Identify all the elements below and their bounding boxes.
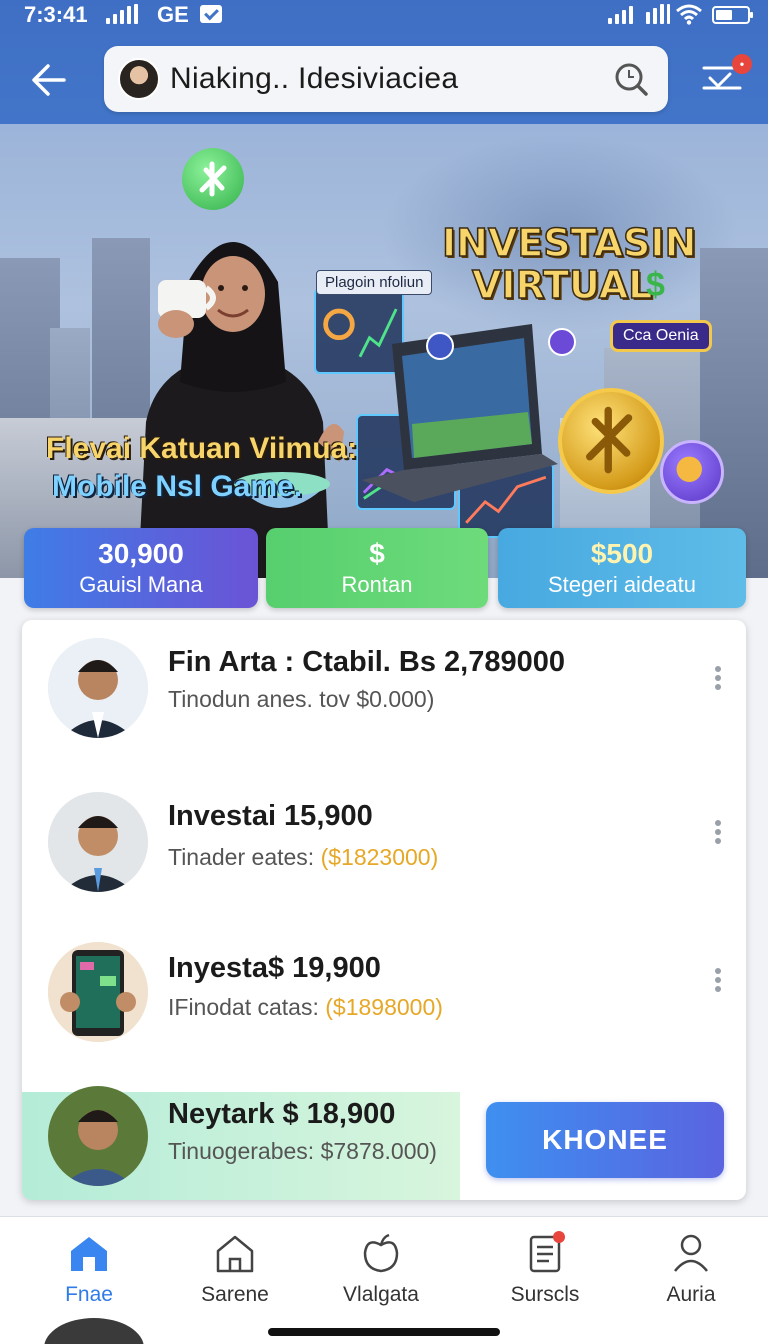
stat-value: $500 [590,538,654,569]
small-coin-icon [548,328,576,356]
home-outline-icon [216,1235,254,1273]
avatar [48,792,148,892]
cell-signal-icon [106,4,138,24]
nav-label: Sarene [201,1283,269,1306]
status-carrier: GE [157,2,189,27]
item-title: Investai 15,900 [168,800,373,832]
banner-tagline-1: Flevai Katuan Viimua: [46,432,358,465]
nav-label: Auria [666,1283,716,1306]
filter-button[interactable]: • [700,52,754,98]
nav-item-sarene[interactable]: Sarene [170,1231,300,1317]
avatar [48,942,148,1042]
more-options-icon[interactable] [712,968,724,994]
nav-item-fnae[interactable]: Fnae [24,1231,154,1317]
app-bar: 7:3:41 GE Niaking.. Idesiviaciea • [0,0,768,124]
document-icon [529,1231,565,1273]
green-coin-icon [182,148,244,210]
list-item[interactable]: Inyesta$ 19,900 IFinodat catas: ($189800… [22,928,746,1078]
status-time: 7:3:41 [24,2,88,27]
banner-headline-line1: INVESTASIN [441,221,697,265]
notification-icon [200,5,222,23]
avatar [48,638,148,738]
item-title: Inyesta$ 19,900 [168,952,381,984]
back-arrow-icon[interactable] [26,56,74,104]
stat-value: $ [369,538,385,569]
item-subtitle: Tinuogerabes: $7878.000) [168,1138,437,1164]
list-item[interactable]: Fin Arta : Ctabil. Bs 2,789000 Tinodun a… [22,620,746,770]
profile-icon [674,1234,708,1272]
more-options-icon[interactable] [712,820,724,846]
status-bar: 7:3:41 GE [0,0,768,32]
khonee-button[interactable]: KHONEE [486,1102,724,1178]
filter-badge: • [732,54,752,74]
sim-signal-icon [646,4,670,24]
item-subtitle: Tinodun anes. tov $0.000) [168,686,435,712]
nav-item-surscls[interactable]: Surscls [480,1231,610,1317]
home-filled-icon [71,1237,107,1271]
search-bar[interactable]: Niaking.. Idesiviaciea [104,46,668,112]
nav-label: Vlalgata [343,1283,419,1306]
purple-coin-icon [660,440,724,504]
stat-value: 30,900 [98,538,184,569]
stat-label: Rontan [341,572,413,597]
stat-label: Stegeri aideatu [548,572,696,597]
nav-item-auria[interactable]: Auria [626,1231,756,1317]
gold-coin-icon [558,388,664,494]
battery-icon [712,6,753,24]
list-item[interactable]: Investai 15,900 Tinader eates: ($1823000… [22,776,746,926]
search-input[interactable]: Niaking.. Idesiviaciea [170,62,458,96]
home-indicator[interactable] [268,1328,500,1336]
search-icon[interactable] [612,60,650,98]
chip-label: Plagoin nfoliun [316,270,433,295]
nav-item-vlalgata[interactable]: Vlalgata [316,1231,446,1317]
apple-icon [363,1233,399,1273]
item-title: Fin Arta : Ctabil. Bs 2,789000 [168,646,566,678]
woman-holding-cup-image [138,242,344,578]
dollar-icon: $ [646,266,665,304]
stat-card-stegeri[interactable]: $500 Stegeri aideatu [498,528,746,608]
item-subtitle: IFinodat catas: ($1898000) [168,994,443,1020]
more-options-icon[interactable] [712,666,724,692]
promo-banner[interactable]: Plagoin nfoliun Cca Oenia INVESTASIN VIR… [0,124,768,578]
nav-label: Fnae [65,1283,113,1306]
cell-signal-icon-2 [608,4,633,24]
laptop-image [362,324,558,502]
item-title: Neytark $ 18,900 [168,1098,396,1130]
nav-label: Surscls [510,1283,580,1306]
investment-list: Fin Arta : Ctabil. Bs 2,789000 Tinodun a… [22,620,746,1200]
user-avatar[interactable] [118,58,160,100]
banner-tagline-2: Mobile Nsl Game. [52,470,303,503]
stat-label: Gauisl Mana [79,572,203,597]
item-amount: ($1898000) [325,994,443,1020]
small-coin-icon [426,332,454,360]
wifi-icon [676,4,702,25]
item-amount: ($1823000) [320,844,439,870]
avatar [48,1086,148,1186]
stat-card-mana[interactable]: 30,900 Gauisl Mana [24,528,258,608]
stat-card-rontan[interactable]: $ Rontan [266,528,488,608]
chip-badge: Cca Oenia [610,320,712,352]
item-subtitle: Tinader eates: ($1823000) [168,844,439,870]
